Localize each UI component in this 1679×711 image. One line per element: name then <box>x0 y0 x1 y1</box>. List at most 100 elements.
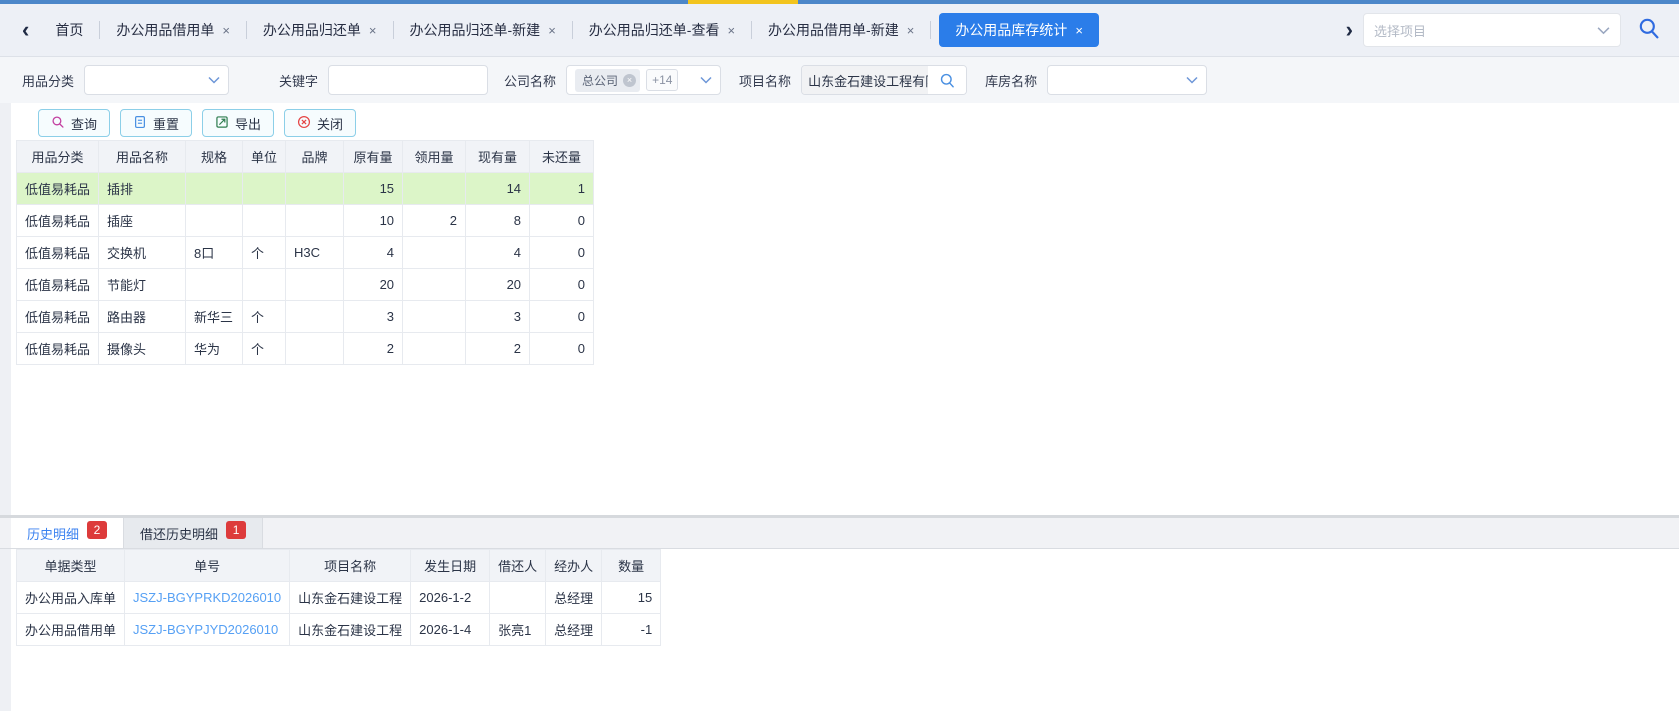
close-button[interactable]: 关闭 <box>284 109 356 137</box>
tab-label: 办公用品归还单 <box>263 20 361 40</box>
column-header: 借还人 <box>490 550 546 582</box>
search-icon <box>1637 16 1661 45</box>
table-row[interactable]: 低值易耗品路由器新华三个330 <box>17 301 594 333</box>
cell: 个 <box>243 333 286 365</box>
tab-history-detail[interactable]: 历史明细 2 <box>11 518 124 548</box>
export-icon <box>215 115 229 132</box>
cell: 总经理 <box>546 614 602 646</box>
tab-divider <box>930 21 931 39</box>
cell: 办公用品借用单 <box>17 614 125 646</box>
tab-label: 办公用品归还单-查看 <box>589 20 720 40</box>
cell: 3 <box>466 301 530 333</box>
column-header: 原有量 <box>344 141 403 173</box>
close-icon[interactable]: × <box>369 23 377 38</box>
filter-bar: 用品分类 关键字 公司名称 总公司 × +14 项目名称 山东金石建设工程有限公… <box>0 57 1679 103</box>
table-row[interactable]: 低值易耗品插座10280 <box>17 205 594 237</box>
cell <box>186 205 243 237</box>
cell <box>286 205 344 237</box>
column-header: 发生日期 <box>411 550 490 582</box>
cell: 张亮1 <box>490 614 546 646</box>
close-icon[interactable]: × <box>1075 23 1083 38</box>
tab-office-return-view[interactable]: 办公用品归还单-查看 × <box>573 4 751 56</box>
cell: 2026-1-4 <box>411 614 490 646</box>
tabs-forward-button[interactable]: › <box>1336 19 1363 41</box>
cell <box>403 333 466 365</box>
cell <box>403 301 466 333</box>
header-row: 单据类型单号项目名称发生日期借还人经办人数量 <box>17 550 661 582</box>
cell <box>403 173 466 205</box>
keyword-label: 关键字 <box>279 71 318 90</box>
tabs-back-button[interactable]: ‹ <box>12 19 39 41</box>
company-multiselect[interactable]: 总公司 × +14 <box>566 65 721 95</box>
warehouse-select[interactable] <box>1047 65 1207 95</box>
cell: 8口 <box>186 237 243 269</box>
document-number-link[interactable]: JSZJ-BGYPRKD2026010 <box>125 582 290 614</box>
reset-button[interactable]: 重置 <box>120 109 192 137</box>
cell <box>490 582 546 614</box>
project-name-input[interactable]: 山东金石建设工程有限公司 <box>802 66 928 94</box>
remove-tag-icon[interactable]: × <box>623 74 636 87</box>
cell <box>243 205 286 237</box>
reset-button-label: 重置 <box>153 114 179 133</box>
cell: 个 <box>243 237 286 269</box>
filter-warehouse: 库房名称 <box>985 65 1207 95</box>
cell: 15 <box>344 173 403 205</box>
cell: 低值易耗品 <box>17 237 99 269</box>
export-button-label: 导出 <box>235 114 261 133</box>
cell <box>243 269 286 301</box>
detail-tab-label: 借还历史明细 <box>140 524 218 543</box>
column-header: 规格 <box>186 141 243 173</box>
cell: 0 <box>530 301 594 333</box>
column-header: 用品分类 <box>17 141 99 173</box>
cell: 总经理 <box>546 582 602 614</box>
cell: 2 <box>466 333 530 365</box>
table-row[interactable]: 低值易耗品摄像头华为个220 <box>17 333 594 365</box>
keyword-input[interactable] <box>328 65 488 95</box>
cell: 8 <box>466 205 530 237</box>
close-icon[interactable]: × <box>727 23 735 38</box>
tab-office-return[interactable]: 办公用品归还单 × <box>247 4 393 56</box>
category-select[interactable] <box>84 65 229 95</box>
project-select[interactable]: 选择项目 <box>1363 13 1621 47</box>
tab-label: 办公用品借用单-新建 <box>768 20 899 40</box>
count-badge: 1 <box>226 521 246 539</box>
cell <box>286 301 344 333</box>
cell: 山东金石建设工程 <box>290 582 411 614</box>
project-select-placeholder: 选择项目 <box>1374 21 1597 40</box>
cell: -1 <box>602 614 661 646</box>
count-badge: 2 <box>87 521 107 539</box>
filter-project: 项目名称 山东金石建设工程有限公司 <box>739 65 967 95</box>
table-row[interactable]: 低值易耗品节能灯20200 <box>17 269 594 301</box>
table-row[interactable]: 办公用品借用单JSZJ-BGYPJYD2026010山东金石建设工程2026-1… <box>17 614 661 646</box>
table-row[interactable]: 低值易耗品插排15141 <box>17 173 594 205</box>
chevron-down-icon <box>700 76 712 84</box>
cell: 低值易耗品 <box>17 333 99 365</box>
tab-office-borrow[interactable]: 办公用品借用单 × <box>100 4 246 56</box>
query-button[interactable]: 查询 <box>38 109 110 137</box>
project-search-button[interactable] <box>928 66 966 94</box>
table-row[interactable]: 低值易耗品交换机8口个H3C440 <box>17 237 594 269</box>
tab-office-return-new[interactable]: 办公用品归还单-新建 × <box>394 4 572 56</box>
cell: 华为 <box>186 333 243 365</box>
cell: 15 <box>602 582 661 614</box>
reset-document-icon <box>133 115 147 132</box>
history-table: 单据类型单号项目名称发生日期借还人经办人数量办公用品入库单JSZJ-BGYPRK… <box>16 549 661 646</box>
cell <box>286 173 344 205</box>
cell: 山东金石建设工程 <box>290 614 411 646</box>
table-row[interactable]: 办公用品入库单JSZJ-BGYPRKD2026010山东金石建设工程2026-1… <box>17 582 661 614</box>
close-icon[interactable]: × <box>907 23 915 38</box>
cell <box>186 269 243 301</box>
export-button[interactable]: 导出 <box>202 109 274 137</box>
detail-tab-label: 历史明细 <box>27 524 79 543</box>
close-icon[interactable]: × <box>548 23 556 38</box>
tab-inventory-stats[interactable]: 办公用品库存统计 × <box>939 13 1099 47</box>
tab-home[interactable]: 首页 <box>39 4 99 56</box>
column-header: 现有量 <box>466 141 530 173</box>
global-search-button[interactable] <box>1637 16 1661 45</box>
document-number-link[interactable]: JSZJ-BGYPJYD2026010 <box>125 614 290 646</box>
tab-borrow-return-history[interactable]: 借还历史明细 1 <box>124 518 263 548</box>
close-icon[interactable]: × <box>222 23 230 38</box>
cell: 新华三 <box>186 301 243 333</box>
cell: H3C <box>286 237 344 269</box>
tab-office-borrow-new[interactable]: 办公用品借用单-新建 × <box>752 4 930 56</box>
